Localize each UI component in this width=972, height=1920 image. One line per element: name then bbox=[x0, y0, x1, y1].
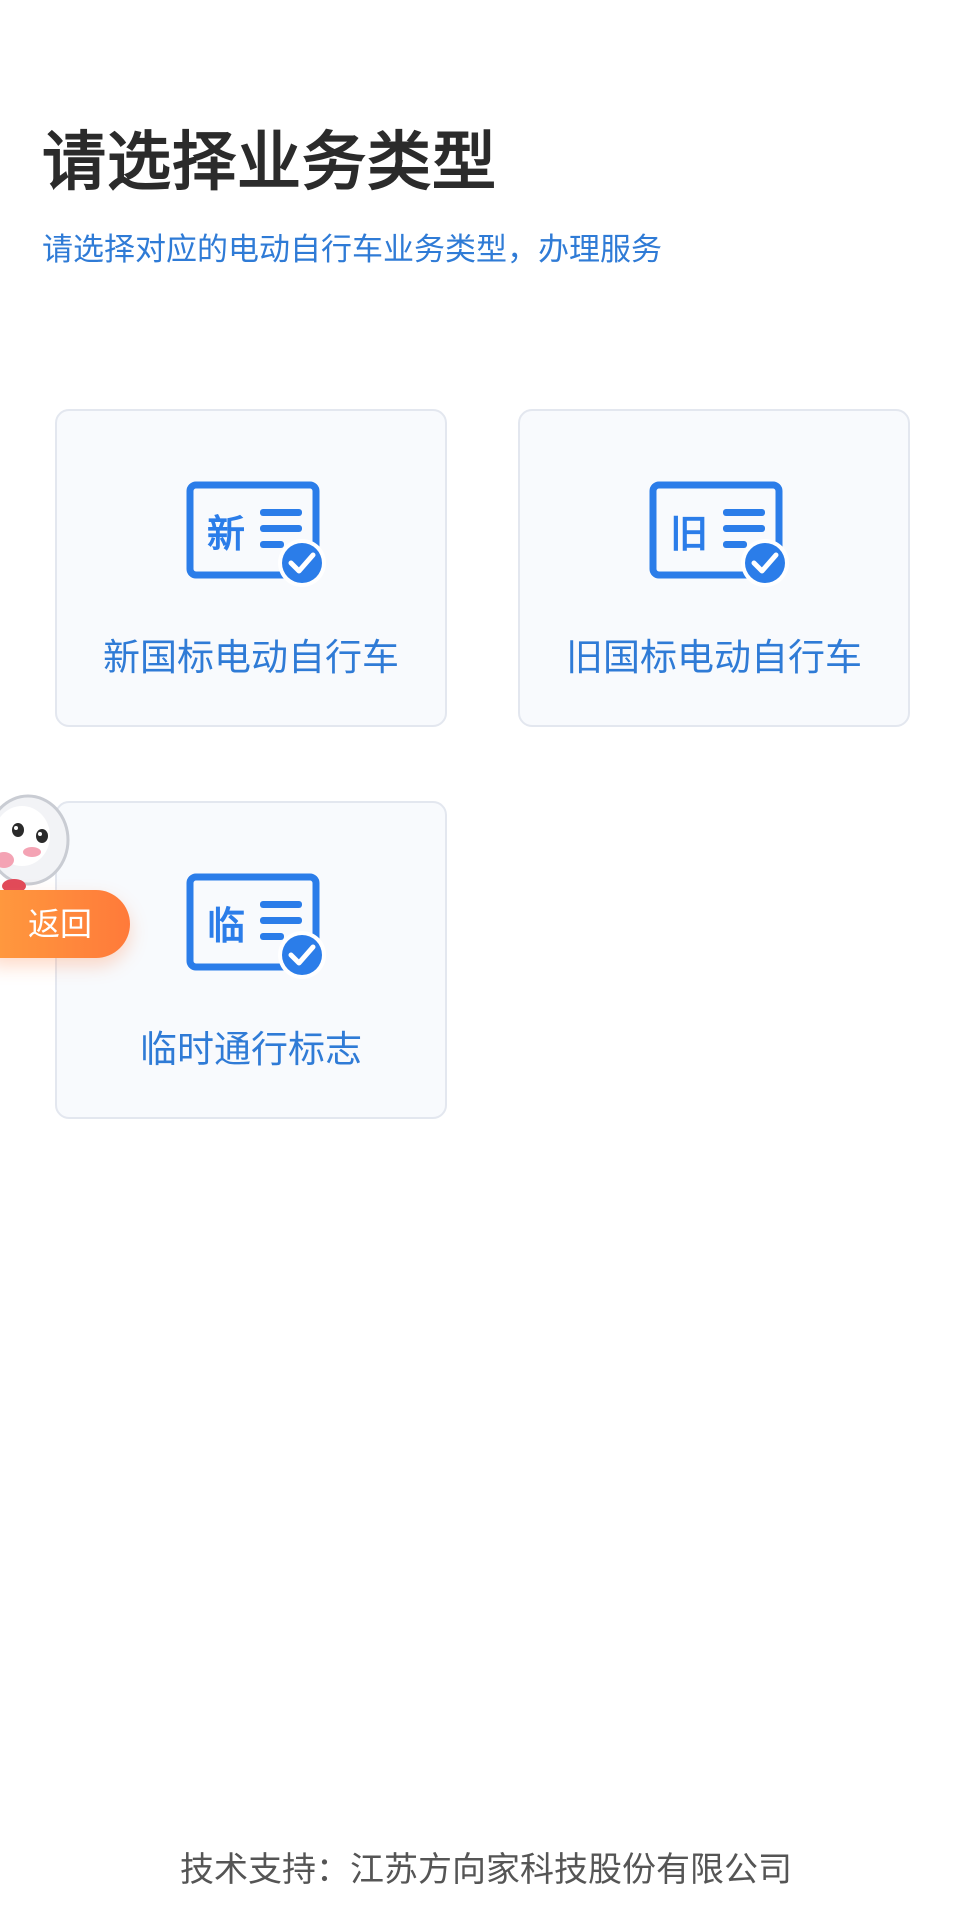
card-old-standard-ebike[interactable]: 旧 旧国标电动自行车 bbox=[518, 409, 910, 727]
new-license-check-icon: 新 bbox=[186, 481, 328, 587]
page-title: 请选择业务类型 bbox=[42, 126, 497, 200]
back-button-label: 返回 bbox=[28, 905, 93, 943]
floating-back-widget[interactable]: 返回 bbox=[0, 790, 135, 960]
card-label: 新国标电动自行车 bbox=[103, 636, 399, 679]
temporary-license-check-icon: 临 bbox=[186, 873, 328, 979]
back-button[interactable]: 返回 bbox=[0, 890, 130, 958]
old-license-check-icon: 旧 bbox=[649, 481, 791, 587]
card-icon-char: 新 bbox=[207, 512, 245, 556]
card-label: 旧国标电动自行车 bbox=[566, 636, 862, 679]
card-icon-char: 临 bbox=[207, 904, 245, 948]
card-icon-char: 旧 bbox=[670, 512, 708, 556]
footer-credit: 技术支持：江苏方向家科技股份有限公司 bbox=[180, 1850, 792, 1890]
card-new-standard-ebike[interactable]: 新 新国标电动自行车 bbox=[55, 409, 447, 727]
page-subtitle: 请选择对应的电动自行车业务类型，办理服务 bbox=[42, 232, 662, 268]
robot-mascot-icon bbox=[0, 790, 80, 900]
card-label: 临时通行标志 bbox=[140, 1028, 362, 1071]
